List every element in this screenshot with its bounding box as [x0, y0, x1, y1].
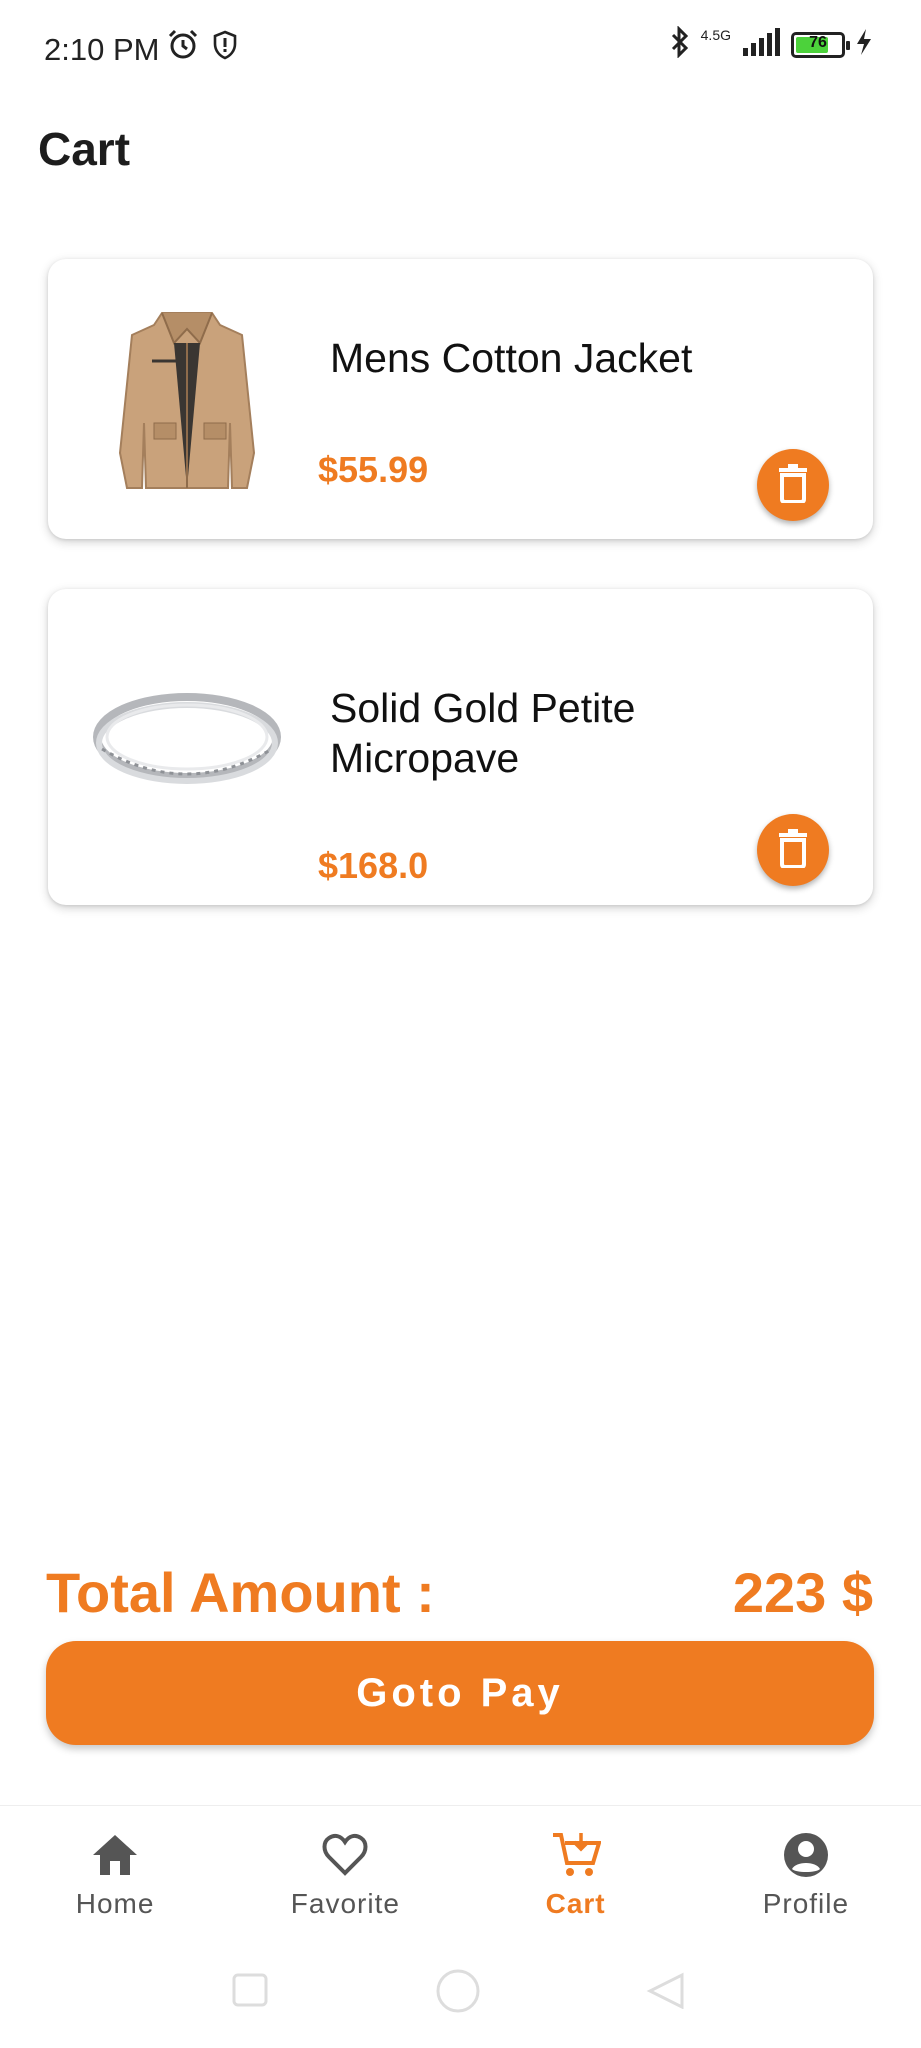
status-left-icons [166, 28, 238, 67]
battery-indicator: 76 [791, 31, 850, 58]
profile-icon [781, 1830, 831, 1880]
nav-label: Favorite [290, 1888, 400, 1919]
cart-screen: 2:10 PM 4.5G 76 Cart Mens Cotton Jacket … [0, 0, 921, 2048]
battery-percent: 76 [809, 33, 827, 51]
goto-pay-button[interactable]: Goto Pay [46, 1641, 874, 1745]
heart-icon [320, 1830, 370, 1880]
cart-item-card[interactable]: Mens Cotton Jacket $55.99 [48, 259, 873, 539]
delete-button[interactable] [757, 814, 829, 886]
nav-item-profile[interactable]: Profile [691, 1806, 921, 1945]
product-price: $168.0 [318, 845, 429, 886]
delete-button[interactable] [757, 449, 829, 521]
bluetooth-icon [669, 25, 691, 63]
product-price: $55.99 [318, 449, 429, 490]
recent-apps-button[interactable] [232, 1973, 268, 2012]
nav-label: Profile [762, 1888, 850, 1919]
nav-label: Cart [545, 1888, 606, 1919]
alarm-icon [166, 28, 200, 67]
jacket-image [92, 303, 282, 493]
nav-item-cart[interactable]: Cart [461, 1806, 691, 1945]
bottom-navigation: Home Favorite Cart Profile [0, 1805, 921, 1945]
signal-icon [741, 28, 781, 61]
charging-icon [855, 28, 873, 61]
trash-icon [775, 828, 811, 873]
product-name: Mens Cotton Jacket [330, 335, 693, 381]
system-navigation-bar [0, 1955, 921, 2035]
status-time: 2:10 PM [44, 32, 160, 67]
back-button[interactable] [646, 1971, 684, 2014]
nav-item-favorite[interactable]: Favorite [230, 1806, 460, 1945]
trash-icon [775, 463, 811, 508]
total-label: Total Amount : [46, 1561, 435, 1624]
nav-item-home[interactable]: Home [0, 1806, 230, 1945]
shield-icon [212, 30, 238, 65]
home-icon [90, 1830, 140, 1880]
nav-label: Home [75, 1888, 155, 1919]
product-name: Solid Gold Petite Micropave [330, 685, 636, 781]
page-title: Cart [38, 123, 131, 175]
cart-icon [551, 1830, 601, 1880]
cart-item-card[interactable]: Solid Gold Petite Micropave $168.0 [48, 589, 873, 905]
ring-image [92, 679, 282, 809]
total-value: 223 $ [732, 1561, 873, 1624]
status-right-icons: 4.5G 76 [669, 25, 873, 63]
network-label: 4.5G [700, 26, 731, 43]
home-button[interactable] [434, 1967, 482, 2020]
status-bar: 2:10 PM 4.5G 76 [0, 0, 921, 100]
